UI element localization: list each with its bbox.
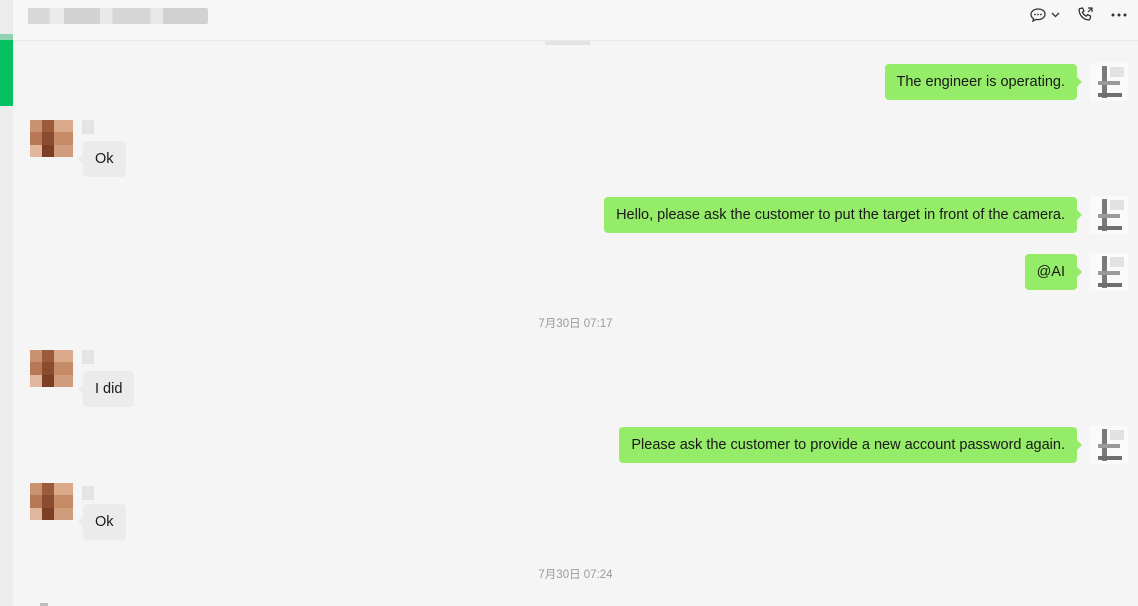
header-actions bbox=[1029, 6, 1128, 24]
my-avatar[interactable] bbox=[1090, 63, 1128, 101]
contact-avatar[interactable] bbox=[30, 483, 73, 520]
message-timestamp: 7月30日 07:17 bbox=[538, 318, 613, 330]
voice-call-icon bbox=[1076, 6, 1094, 24]
left-nav-rail bbox=[0, 0, 14, 606]
scrolled-content-blur bbox=[545, 41, 590, 45]
contact-avatar[interactable] bbox=[30, 120, 73, 157]
chat-title bbox=[28, 8, 208, 24]
incoming-message-bubble[interactable]: Ok bbox=[78, 504, 126, 540]
active-nav-indicator[interactable] bbox=[0, 34, 13, 106]
chat-options-button[interactable] bbox=[1029, 7, 1060, 23]
my-avatar[interactable] bbox=[1090, 196, 1128, 234]
my-avatar[interactable] bbox=[1090, 426, 1128, 464]
message-timestamp: 7月30日 07:24 bbox=[538, 569, 613, 581]
chat-header bbox=[13, 0, 1138, 41]
chat-options-icon bbox=[1029, 7, 1047, 23]
chevron-down-icon bbox=[1051, 12, 1060, 18]
outgoing-message-bubble[interactable]: The engineer is operating. bbox=[884, 64, 1083, 100]
incoming-message-bubble[interactable]: Ok bbox=[78, 141, 126, 177]
more-button[interactable] bbox=[1110, 12, 1128, 18]
outgoing-message-bubble[interactable]: Hello, please ask the customer to put th… bbox=[604, 197, 1082, 233]
contact-avatar[interactable] bbox=[30, 350, 73, 387]
sender-name bbox=[82, 350, 94, 364]
voice-call-button[interactable] bbox=[1076, 6, 1094, 24]
outgoing-message-bubble[interactable]: @AI bbox=[1024, 254, 1083, 290]
more-icon bbox=[1110, 12, 1128, 18]
message-list[interactable]: The engineer is operating. Ok Hello, ple… bbox=[13, 41, 1138, 606]
incoming-message-bubble[interactable]: I did bbox=[77, 371, 135, 407]
sender-name bbox=[82, 486, 94, 500]
my-avatar[interactable] bbox=[1090, 253, 1128, 291]
sender-name bbox=[82, 120, 94, 134]
outgoing-message-bubble[interactable]: Please ask the customer to provide a new… bbox=[619, 427, 1082, 463]
